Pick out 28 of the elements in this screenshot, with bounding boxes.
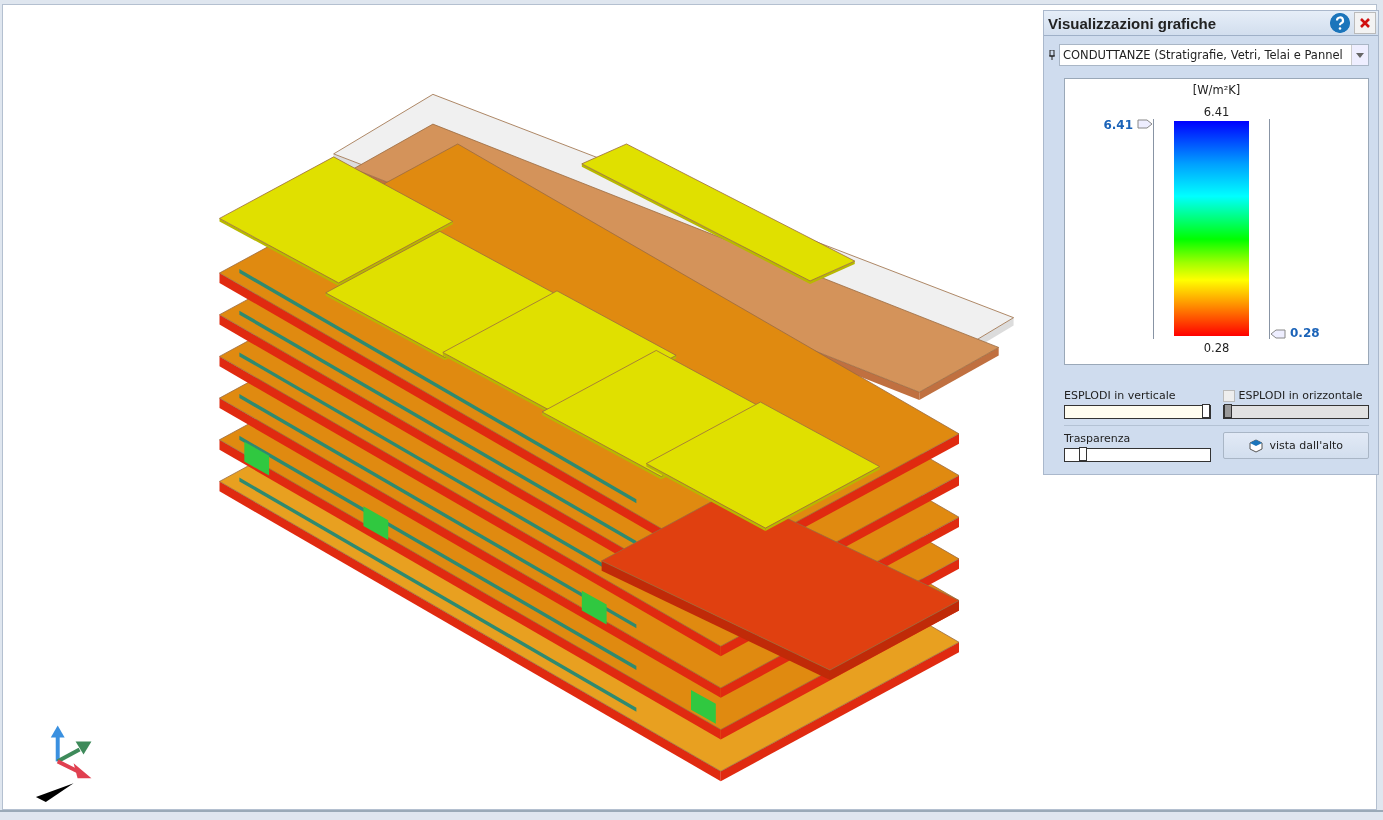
top-view-button[interactable]: vista dall'alto	[1222, 432, 1369, 459]
transparency-slider[interactable]	[1064, 448, 1211, 462]
checkbox[interactable]	[1222, 389, 1235, 402]
scale-max-label: 6.41	[1203, 105, 1230, 119]
close-icon	[1359, 17, 1371, 29]
explode-vertical-slider[interactable]	[1064, 405, 1211, 419]
explode-vertical-label: ESPLODI in verticale	[1064, 389, 1177, 402]
upper-range-handle[interactable]	[1137, 119, 1153, 129]
3d-viewport[interactable]: Visualizzazioni grafiche CONDUTTANZE (Stratigrafie, Vetri, Telai e Pannel [W/m²K] 6.41 6.41 0.28 0.28 ESPLODI in verticale ESPLODI in orizzontale Trasparenza vista dall'alto	[2, 4, 1377, 810]
slider-thumb[interactable]	[1201, 404, 1210, 418]
pin-icon[interactable]	[1049, 50, 1055, 60]
transparency-label: Trasparenza	[1064, 432, 1132, 445]
axis-gizmo-icon	[35, 725, 92, 803]
upper-handle-value: 6.41	[1103, 119, 1133, 131]
mode-dropdown[interactable]: CONDUTTANZE (Stratigrafie, Vetri, Telai e Pannel	[1059, 44, 1369, 66]
slider-thumb[interactable]	[1223, 404, 1232, 418]
slider-thumb[interactable]	[1078, 447, 1087, 461]
lower-range-handle[interactable]	[1270, 329, 1286, 339]
unit-label: [W/m²K]	[1192, 83, 1241, 99]
explode-horizontal-label: ESPLODI in orizzontale	[1238, 389, 1363, 402]
help-icon[interactable]	[1330, 13, 1350, 33]
panel-title: Visualizzazioni grafiche	[1048, 14, 1218, 32]
explode-horizontal-slider[interactable]	[1222, 405, 1369, 419]
cube-icon	[1248, 437, 1265, 454]
dropdown-caret-icon	[1356, 52, 1364, 58]
scale-min-label: 0.28	[1203, 341, 1230, 355]
close-button[interactable]	[1354, 12, 1376, 34]
lower-handle-value: 0.28	[1290, 327, 1320, 339]
